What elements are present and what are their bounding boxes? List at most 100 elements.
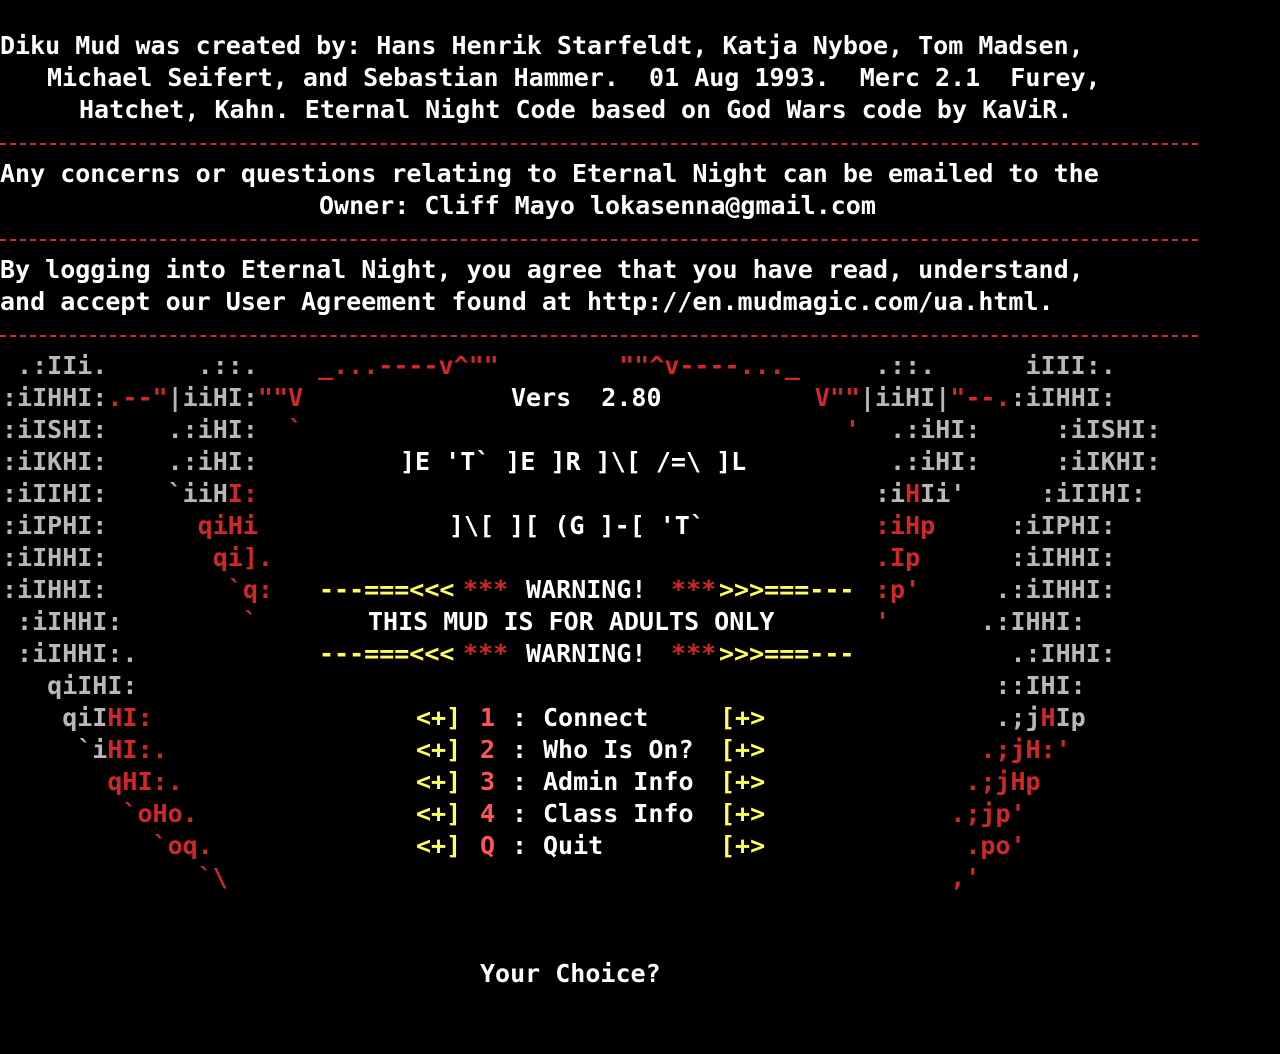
ascii-art-line: `\ ,'	[2, 862, 1280, 894]
contact-owner-email: Owner: Cliff Mayo lokasenna@gmail.com	[319, 191, 876, 220]
ascii-art-segment: .::.	[799, 351, 1026, 380]
ascii-art-segment	[228, 863, 950, 892]
ascii-art-segment: :iIKHI: .:iHI:	[2, 447, 258, 476]
ascii-art-segment: |iiHI|	[859, 383, 951, 412]
warning-suffix: >>>===---	[719, 639, 855, 668]
ascii-art-segment: qiIHI:	[2, 671, 138, 700]
ascii-art-segment: :iIHHI:	[2, 543, 213, 572]
warning-label: WARNING!	[511, 575, 662, 604]
menu-separator: :	[512, 799, 528, 828]
credits-text: Diku Mud was created by: Hans Henrik Sta…	[0, 31, 1084, 60]
ascii-art-segment: qi].	[212, 543, 273, 572]
menu-item-quit[interactable]: <+] Q : Quit [+>	[0, 830, 1280, 862]
agreement-line-2: and accept our User Agreement found at h…	[0, 286, 1280, 318]
agreement-text: By logging into Eternal Night, you agree…	[0, 255, 1084, 284]
divider	[0, 143, 1198, 145]
contact-line-1: Any concerns or questions relating to Et…	[0, 158, 1280, 190]
menu-key[interactable]: 2	[480, 734, 495, 766]
choice-prompt[interactable]: Your Choice?	[480, 958, 661, 990]
menu-label[interactable]: Who Is On?	[543, 734, 694, 766]
agreement-line-1: By logging into Eternal Night, you agree…	[0, 254, 1280, 286]
warning-stars: ***	[671, 575, 717, 604]
menu-key[interactable]: Q	[480, 830, 495, 862]
menu-bullet-left: <+]	[416, 799, 462, 828]
menu-bullet-left: <+]	[416, 703, 462, 732]
menu-bullet-right: [+>	[720, 767, 766, 796]
ascii-art-segment: .:IIi. .::.	[2, 351, 319, 380]
ascii-art-segment: |iiHI:	[167, 383, 258, 412]
menu-label[interactable]: Admin Info	[543, 766, 694, 798]
ascii-art-segment: ""^v----..._	[619, 351, 800, 380]
ascii-art-line: qiIHI: ::IHI:	[2, 670, 1280, 702]
contact-text: Any concerns or questions relating to Et…	[0, 159, 1099, 188]
menu-item-connect[interactable]: <+] 1 : Connect [+>	[0, 702, 1280, 734]
menu-bullet-left: <+]	[416, 831, 462, 860]
ascii-art-segment	[137, 671, 995, 700]
ascii-art-segment: I:	[227, 479, 258, 508]
ascii-art-line: .:IIi. .::. _...----v^"" ""^v----..._ .:…	[2, 350, 1280, 382]
agreement-text: and accept our User Agreement found at h…	[0, 287, 1054, 316]
ascii-art-line: :iIHHI: qi]. .Ip :iIHHI:	[2, 542, 1280, 574]
divider	[0, 239, 1198, 241]
menu-key[interactable]: 3	[480, 766, 495, 798]
ascii-art-segment	[499, 351, 619, 380]
ascii-art-segment: _...----v^""	[318, 351, 499, 380]
menu-item-admin-info[interactable]: <+] 3 : Admin Info [+>	[0, 766, 1280, 798]
ascii-art-segment: :iIIHI: `iiH	[2, 479, 228, 508]
credits-line-1: Diku Mud was created by: Hans Henrik Sta…	[0, 30, 1280, 62]
version-label: Vers 2.80	[511, 383, 662, 412]
ascii-art-segment: .:IHHI:	[1010, 639, 1116, 668]
menu-bullet-right: [+>	[720, 735, 766, 764]
ascii-art-segment: Ii' :iIIHI:	[920, 479, 1146, 508]
ascii-art-segment: :iIHHI:	[2, 575, 228, 604]
ascii-art-segment: :iHp	[875, 511, 936, 540]
ascii-art-segment: :iIPHI:	[2, 511, 198, 540]
ascii-art-segment: ::IHI:	[995, 671, 1086, 700]
warning-prefix: ---===<<<	[319, 575, 455, 604]
ascii-art-line: :iISHI: .:iHI: ` ' .:iHI: :iISHI:	[2, 414, 1280, 446]
ascii-art-segment: '	[844, 415, 860, 444]
ascii-art-segment: :iIPHI:	[935, 511, 1116, 540]
credits-line-2: Michael Seifert, and Sebastian Hammer. 0…	[0, 62, 1280, 94]
ascii-art-segment: .:iIHHI:	[920, 575, 1116, 604]
menu-item-class-info[interactable]: <+] 4 : Class Info [+>	[0, 798, 1280, 830]
ascii-art-segment: :iIHHI:.	[2, 639, 138, 668]
warning-suffix: >>>===---	[719, 575, 855, 604]
warning-banner-top: ---===<<< *** WARNING! *** >>>===---	[319, 574, 879, 606]
ascii-art-segment: :i	[875, 479, 906, 508]
menu-label[interactable]: Class Info	[543, 798, 694, 830]
ascii-art-segment: .--"	[107, 383, 168, 412]
menu-item-who-is-on[interactable]: <+] 2 : Who Is On? [+>	[0, 734, 1280, 766]
logo-line-2: ]\[ ][ (G ]-[ 'T`	[449, 511, 705, 540]
menu-key[interactable]: 4	[480, 798, 495, 830]
ascii-art-segment	[273, 543, 875, 572]
mud-terminal: Diku Mud was created by: Hans Henrik Sta…	[0, 0, 1280, 992]
ascii-art-line: :iIIHI: `iiHI: :iHIi' :iIIHI:	[2, 478, 1280, 510]
ascii-art-segment: ""V	[257, 383, 304, 412]
ascii-art-segment: .:iHI: :iIKHI:	[890, 447, 1161, 476]
ascii-art-segment: :iIHHI:	[2, 607, 243, 636]
menu-separator: :	[512, 767, 528, 796]
ascii-art-segment: V""	[814, 383, 860, 412]
warning-banner-bottom: ---===<<< *** WARNING! *** >>>===---	[319, 638, 879, 670]
menu-label[interactable]: Quit	[543, 830, 603, 862]
ascii-art-segment: .:IHHI:	[890, 607, 1086, 636]
warning-label: WARNING!	[511, 639, 662, 668]
credits-text: Michael Seifert, and Sebastian Hammer. 0…	[47, 63, 1101, 92]
menu-separator: :	[512, 735, 528, 764]
ascii-art-segment: `	[242, 607, 258, 636]
warning-stars: ***	[463, 575, 509, 604]
logo-line-1: ]E 'T` ]E ]R ]\[ /=\ ]L	[400, 447, 747, 476]
divider	[0, 335, 1198, 337]
menu-key[interactable]: 1	[480, 702, 495, 734]
ascii-art-segment: :iIHHI:	[920, 543, 1116, 572]
ascii-art-segment: .Ip	[875, 543, 921, 572]
ascii-art-segment: .:iHI: :iISHI:	[859, 415, 1161, 444]
ascii-art-segment: qiHi	[197, 511, 258, 540]
ascii-art-segment: `q:	[227, 575, 273, 604]
menu-bullet-left: <+]	[416, 767, 462, 796]
menu-bullet-right: [+>	[720, 799, 766, 828]
menu-separator: :	[512, 831, 528, 860]
menu-label[interactable]: Connect	[543, 702, 648, 734]
ascii-art-segment: :iIHHI:	[1010, 383, 1116, 412]
